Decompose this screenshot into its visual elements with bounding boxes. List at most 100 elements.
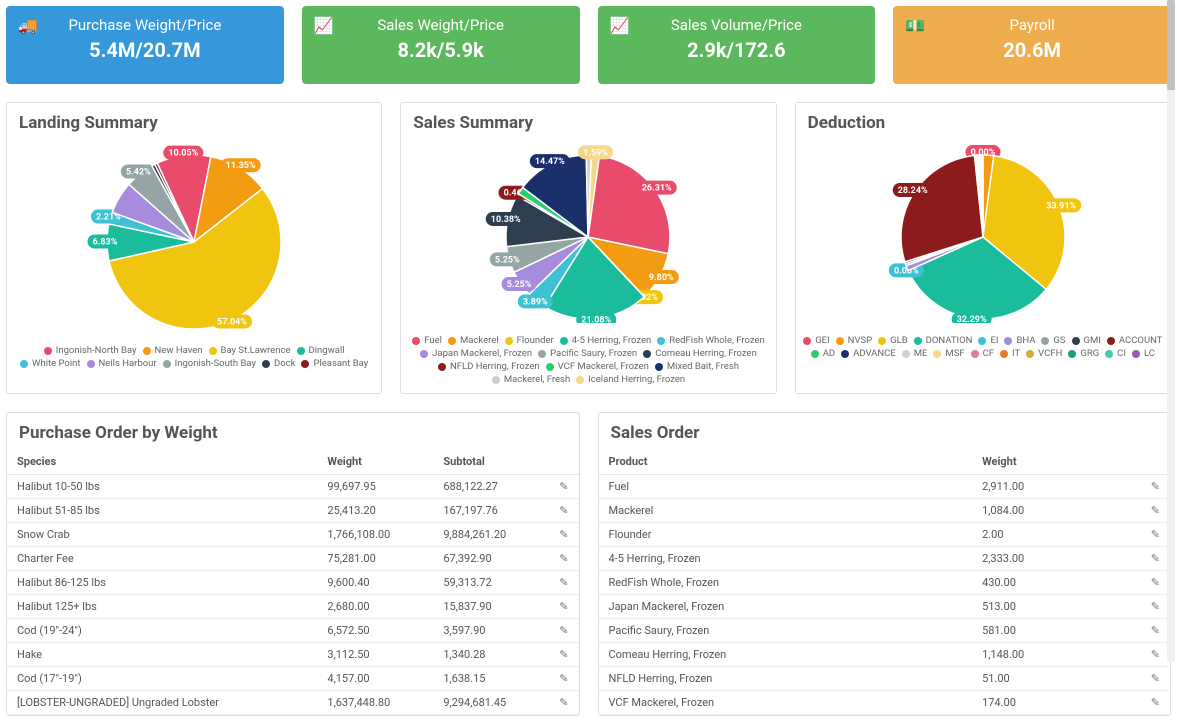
legend-swatch [1000, 350, 1008, 358]
legend-item[interactable]: GMI [1072, 335, 1101, 346]
legend-swatch [576, 376, 584, 384]
legend-item[interactable]: White Point [20, 358, 81, 369]
legend-swatch [143, 347, 151, 355]
legend-item[interactable]: IT [1000, 348, 1020, 359]
legend-item[interactable]: GS [1041, 335, 1065, 346]
card-purchase[interactable]: 🚚Purchase Weight/Price5.4M/20.7M [6, 6, 284, 84]
legend-item[interactable]: CI [1105, 348, 1126, 359]
legend-item[interactable]: Pleasant Bay [301, 358, 368, 369]
legend-swatch [971, 350, 979, 358]
table-row: Halibut 86-125 lbs9,600.4059,313.72✎ [7, 571, 579, 595]
edit-button[interactable]: ✎ [549, 691, 578, 715]
card-value: 8.2k/5.9k [316, 38, 566, 62]
svg-text:14.47%: 14.47% [535, 157, 565, 167]
edit-button[interactable]: ✎ [1141, 595, 1170, 619]
legend-swatch [878, 337, 886, 345]
legend-item[interactable]: ME [902, 348, 928, 359]
legend-swatch [1132, 350, 1140, 358]
legend-swatch [978, 337, 986, 345]
panel-title: Deduction [796, 103, 1170, 139]
edit-button[interactable]: ✎ [549, 547, 578, 571]
edit-button[interactable]: ✎ [549, 523, 578, 547]
legend-item[interactable]: NVSP [836, 335, 872, 346]
edit-button[interactable]: ✎ [549, 571, 578, 595]
edit-button[interactable]: ✎ [1141, 691, 1170, 715]
legend-item[interactable]: Iceland Herring, Frozen [576, 374, 685, 385]
legend-item[interactable]: Neils Harbour [87, 358, 157, 369]
edit-button[interactable]: ✎ [549, 643, 578, 667]
legend-item[interactable]: AD [811, 348, 835, 359]
legend-item[interactable]: Ingonish-South Bay [163, 358, 256, 369]
edit-button[interactable]: ✎ [549, 595, 578, 619]
pencil-icon: ✎ [1151, 672, 1160, 685]
table-cell: 688,122.27 [433, 475, 549, 499]
edit-button[interactable]: ✎ [1141, 571, 1170, 595]
legend-item[interactable]: CF [971, 348, 994, 359]
pencil-icon: ✎ [1151, 504, 1160, 517]
legend-item[interactable]: LC [1132, 348, 1155, 359]
legend-item[interactable]: GRG [1068, 348, 1099, 359]
legend-item[interactable]: Pacific Saury, Frozen [538, 348, 637, 359]
legend-item[interactable]: Mixed Bait, Fresh [655, 361, 739, 372]
card-value: 20.6M [907, 38, 1157, 62]
card-payroll[interactable]: 💵Payroll20.6M [893, 6, 1171, 84]
edit-button[interactable]: ✎ [1141, 667, 1170, 691]
card-sales-volume[interactable]: 📈Sales Volume/Price2.9k/172.6 [598, 6, 876, 84]
legend-item[interactable]: Ingonish-North Bay [44, 345, 137, 356]
svg-text:26.31%: 26.31% [642, 184, 672, 194]
legend-swatch [657, 337, 665, 345]
edit-button[interactable]: ✎ [549, 667, 578, 691]
svg-text:21.08%: 21.08% [582, 316, 612, 323]
legend-item[interactable]: Mackerel [448, 335, 499, 346]
scrollbar[interactable] [1167, 0, 1175, 662]
legend-item[interactable]: Fuel [412, 335, 442, 346]
svg-text:5.42%: 5.42% [126, 168, 151, 178]
legend-item[interactable]: Flounder [505, 335, 554, 346]
legend-swatch [811, 350, 819, 358]
legend-item[interactable]: Comeau Herring, Frozen [643, 348, 757, 359]
legend-item[interactable]: VCFH [1026, 348, 1062, 359]
edit-button[interactable]: ✎ [549, 475, 578, 499]
legend-item[interactable]: BHA [1004, 335, 1035, 346]
legend-item[interactable]: DONATION [914, 335, 973, 346]
legend-item[interactable]: NFLD Herring, Frozen [438, 361, 540, 372]
legend-item[interactable]: Bay St.Lawrence [209, 345, 291, 356]
slice-label: 5.25% [490, 252, 525, 266]
table-row: [LOBSTER-UNGRADED] Ungraded Lobster1,637… [7, 691, 579, 715]
legend-item[interactable]: Dingwall [297, 345, 345, 356]
edit-button[interactable]: ✎ [549, 619, 578, 643]
table-cell: Halibut 125+ lbs [7, 595, 317, 619]
legend-item[interactable]: GLB [878, 335, 908, 346]
edit-button[interactable]: ✎ [1141, 547, 1170, 571]
table-cell: Snow Crab [7, 523, 317, 547]
legend-item[interactable]: EI [978, 335, 998, 346]
legend-swatch [643, 350, 651, 358]
edit-button[interactable]: ✎ [549, 499, 578, 523]
legend-item[interactable]: 4-5 Herring, Frozen [560, 335, 652, 346]
legend-item[interactable]: New Haven [143, 345, 203, 356]
legend-item[interactable]: ADVANCE [841, 348, 896, 359]
edit-button[interactable]: ✎ [1141, 475, 1170, 499]
legend-item[interactable]: GEI [803, 335, 829, 346]
column-header-actions [1141, 449, 1170, 475]
legend-item[interactable]: MSF [933, 348, 964, 359]
edit-button[interactable]: ✎ [1141, 499, 1170, 523]
legend-item[interactable]: Mackerel, Fresh [492, 374, 570, 385]
edit-button[interactable]: ✎ [1141, 523, 1170, 547]
table-row: Halibut 51-85 lbs25,413.20167,197.76✎ [7, 499, 579, 523]
table-cell: Hake [7, 643, 317, 667]
table-cell: 581.00 [972, 619, 1141, 643]
legend-swatch [1105, 350, 1113, 358]
edit-button[interactable]: ✎ [1141, 643, 1170, 667]
pencil-icon: ✎ [1151, 624, 1160, 637]
card-sales-weight[interactable]: 📈Sales Weight/Price8.2k/5.9k [302, 6, 580, 84]
legend-item[interactable]: ACCOUNT [1107, 335, 1163, 346]
legend-swatch [262, 360, 270, 368]
legend-item[interactable]: Dock [262, 358, 295, 369]
legend-item[interactable]: VCF Mackerel, Frozen [546, 361, 649, 372]
edit-button[interactable]: ✎ [1141, 619, 1170, 643]
legend-item[interactable]: Japan Mackerel, Frozen [420, 348, 532, 359]
slice-label: 9.80% [644, 270, 679, 284]
svg-text:5.25%: 5.25% [495, 255, 520, 265]
legend-item[interactable]: RedFish Whole, Frozen [657, 335, 764, 346]
